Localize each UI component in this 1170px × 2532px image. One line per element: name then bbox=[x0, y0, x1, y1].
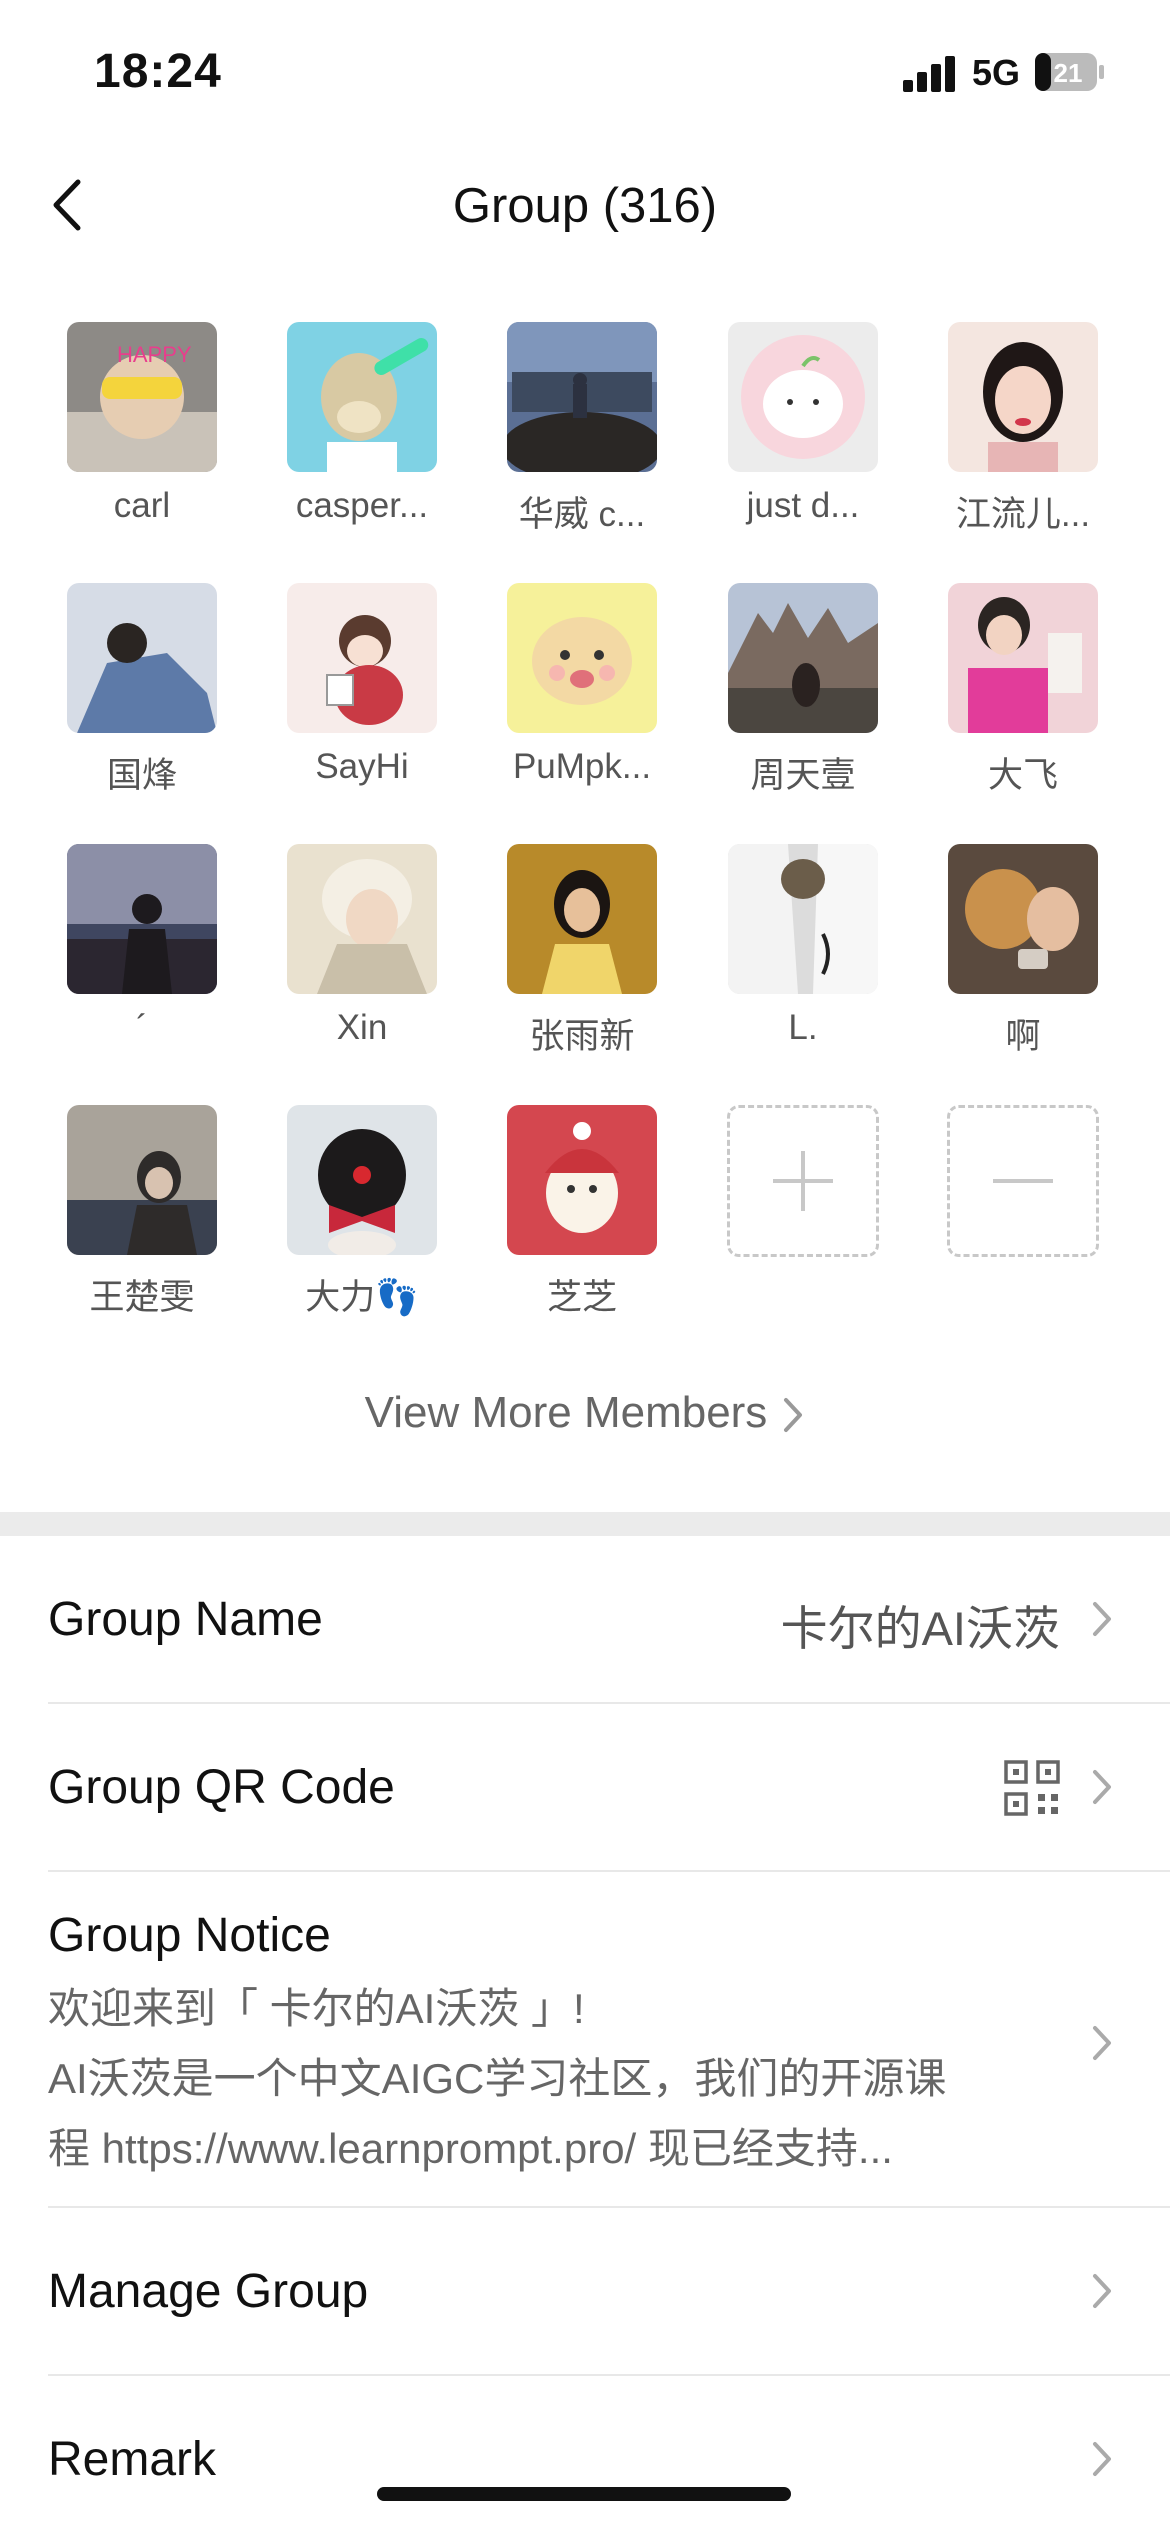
member-item[interactable]: SayHi bbox=[267, 583, 457, 787]
member-name: 张雨新 bbox=[529, 1017, 635, 1056]
section-divider bbox=[0, 1512, 1170, 1536]
member-name: casper... bbox=[295, 486, 429, 525]
member-name: 大力👣 bbox=[305, 1278, 419, 1317]
avatar bbox=[67, 583, 217, 733]
avatar bbox=[287, 583, 437, 733]
signal-icon bbox=[903, 56, 955, 92]
avatar bbox=[507, 322, 657, 472]
avatar bbox=[728, 583, 878, 733]
avatar bbox=[948, 583, 1098, 733]
plus-icon bbox=[773, 1151, 833, 1211]
avatar bbox=[67, 844, 217, 994]
member-item[interactable]: ´ bbox=[47, 844, 237, 1048]
chevron-right-icon bbox=[1093, 1770, 1111, 1804]
member-name: L. bbox=[788, 1008, 818, 1047]
avatar bbox=[948, 844, 1098, 994]
qr-code-icon bbox=[1004, 1760, 1060, 1816]
member-item[interactable]: 国烽 bbox=[47, 583, 237, 798]
avatar bbox=[507, 583, 657, 733]
member-item[interactable]: 华威 c... bbox=[487, 322, 677, 537]
member-item[interactable]: PuMpk... bbox=[487, 583, 677, 787]
chevron-right-icon bbox=[1093, 2026, 1111, 2060]
chevron-right-icon bbox=[1093, 1602, 1111, 1636]
notice-line: 欢迎来到「 卡尔的AI沃茨 」! bbox=[48, 1985, 585, 2032]
remark-row[interactable]: Remark bbox=[48, 2376, 1170, 2532]
group-notice-row[interactable]: Group Notice 欢迎来到「 卡尔的AI沃茨 」! AI沃茨是一个中文A… bbox=[48, 1872, 1170, 2208]
group-notice-label: Group Notice bbox=[48, 1909, 331, 1962]
notice-line: 程 https://www.learnprompt.pro/ 现已经支持... bbox=[48, 2125, 893, 2172]
member-item[interactable]: 啊 bbox=[928, 844, 1118, 1059]
svg-text:HAPPY: HAPPY bbox=[117, 342, 192, 367]
member-name: PuMpk... bbox=[512, 747, 652, 786]
avatar bbox=[287, 844, 437, 994]
member-item[interactable]: 江流儿... bbox=[928, 322, 1118, 537]
member-name: SayHi bbox=[315, 747, 409, 786]
member-name: 大飞 bbox=[987, 756, 1058, 795]
add-member-button[interactable] bbox=[708, 1105, 898, 1257]
avatar bbox=[948, 322, 1098, 472]
member-name: 啊 bbox=[1005, 1017, 1041, 1056]
member-item[interactable]: 大力👣 bbox=[267, 1105, 457, 1320]
manage-group-row[interactable]: Manage Group bbox=[48, 2208, 1170, 2376]
group-notice-text: 欢迎来到「 卡尔的AI沃茨 」! AI沃茨是一个中文AIGC学习社区，我们的开源… bbox=[48, 1974, 1048, 2184]
avatar bbox=[287, 1105, 437, 1255]
notice-line: AI沃茨是一个中文AIGC学习社区，我们的开源课 bbox=[48, 2055, 947, 2102]
avatar bbox=[728, 322, 878, 472]
chevron-right-icon bbox=[1093, 2274, 1111, 2308]
member-name: just d... bbox=[746, 486, 860, 525]
avatar: HAPPY bbox=[67, 322, 217, 472]
member-name: carl bbox=[113, 486, 171, 525]
status-time: 18:24 bbox=[94, 45, 222, 98]
view-more-label: View More Members bbox=[364, 1388, 768, 1437]
remark-label: Remark bbox=[48, 2433, 217, 2486]
group-qr-code-row[interactable]: Group QR Code bbox=[48, 1704, 1170, 1872]
member-name: 芝芝 bbox=[546, 1278, 617, 1317]
member-name: 周天壹 bbox=[750, 756, 856, 795]
member-name: 王楚雯 bbox=[89, 1278, 195, 1317]
battery-level: 21 bbox=[1054, 58, 1083, 88]
member-item[interactable]: 周天壹 bbox=[708, 583, 898, 798]
member-name: ´ bbox=[136, 1008, 148, 1047]
group-qr-code-label: Group QR Code bbox=[48, 1761, 395, 1814]
group-name-row[interactable]: Group Name 卡尔的AI沃茨 bbox=[48, 1536, 1170, 1704]
member-item[interactable]: 大飞 bbox=[928, 583, 1118, 798]
member-name: 国烽 bbox=[106, 756, 177, 795]
manage-group-label: Manage Group bbox=[48, 2265, 369, 2318]
member-item[interactable]: casper... bbox=[267, 322, 457, 526]
member-name: 江流儿... bbox=[955, 495, 1091, 534]
member-item[interactable]: L. bbox=[708, 844, 898, 1048]
chevron-right-icon bbox=[1093, 2442, 1111, 2476]
member-item[interactable]: 张雨新 bbox=[487, 844, 677, 1059]
group-name-value: 卡尔的AI沃茨 bbox=[780, 1602, 1060, 1655]
member-item[interactable]: 王楚雯 bbox=[47, 1105, 237, 1320]
member-name: 华威 c... bbox=[518, 495, 646, 534]
member-item[interactable]: just d... bbox=[708, 322, 898, 526]
network-type: 5G bbox=[972, 52, 1021, 93]
battery-icon: 21 bbox=[1035, 53, 1104, 91]
avatar bbox=[728, 844, 878, 994]
status-bar: 18:24 5G 21 bbox=[0, 0, 1170, 140]
view-more-members-link[interactable]: View More Members bbox=[0, 1388, 1170, 1438]
remove-member-button[interactable] bbox=[928, 1105, 1118, 1257]
avatar bbox=[507, 844, 657, 994]
avatar bbox=[67, 1105, 217, 1255]
avatar bbox=[287, 322, 437, 472]
page-title: Group (316) bbox=[452, 179, 718, 233]
group-name-label: Group Name bbox=[48, 1593, 323, 1646]
member-item[interactable]: 芝芝 bbox=[487, 1105, 677, 1320]
home-indicator[interactable] bbox=[377, 2487, 791, 2501]
avatar bbox=[507, 1105, 657, 1255]
chevron-right-icon bbox=[784, 1398, 803, 1433]
member-item[interactable]: HAPPY carl bbox=[47, 322, 237, 526]
member-name: Xin bbox=[336, 1008, 388, 1047]
member-item[interactable]: Xin bbox=[267, 844, 457, 1048]
minus-icon bbox=[993, 1179, 1053, 1183]
